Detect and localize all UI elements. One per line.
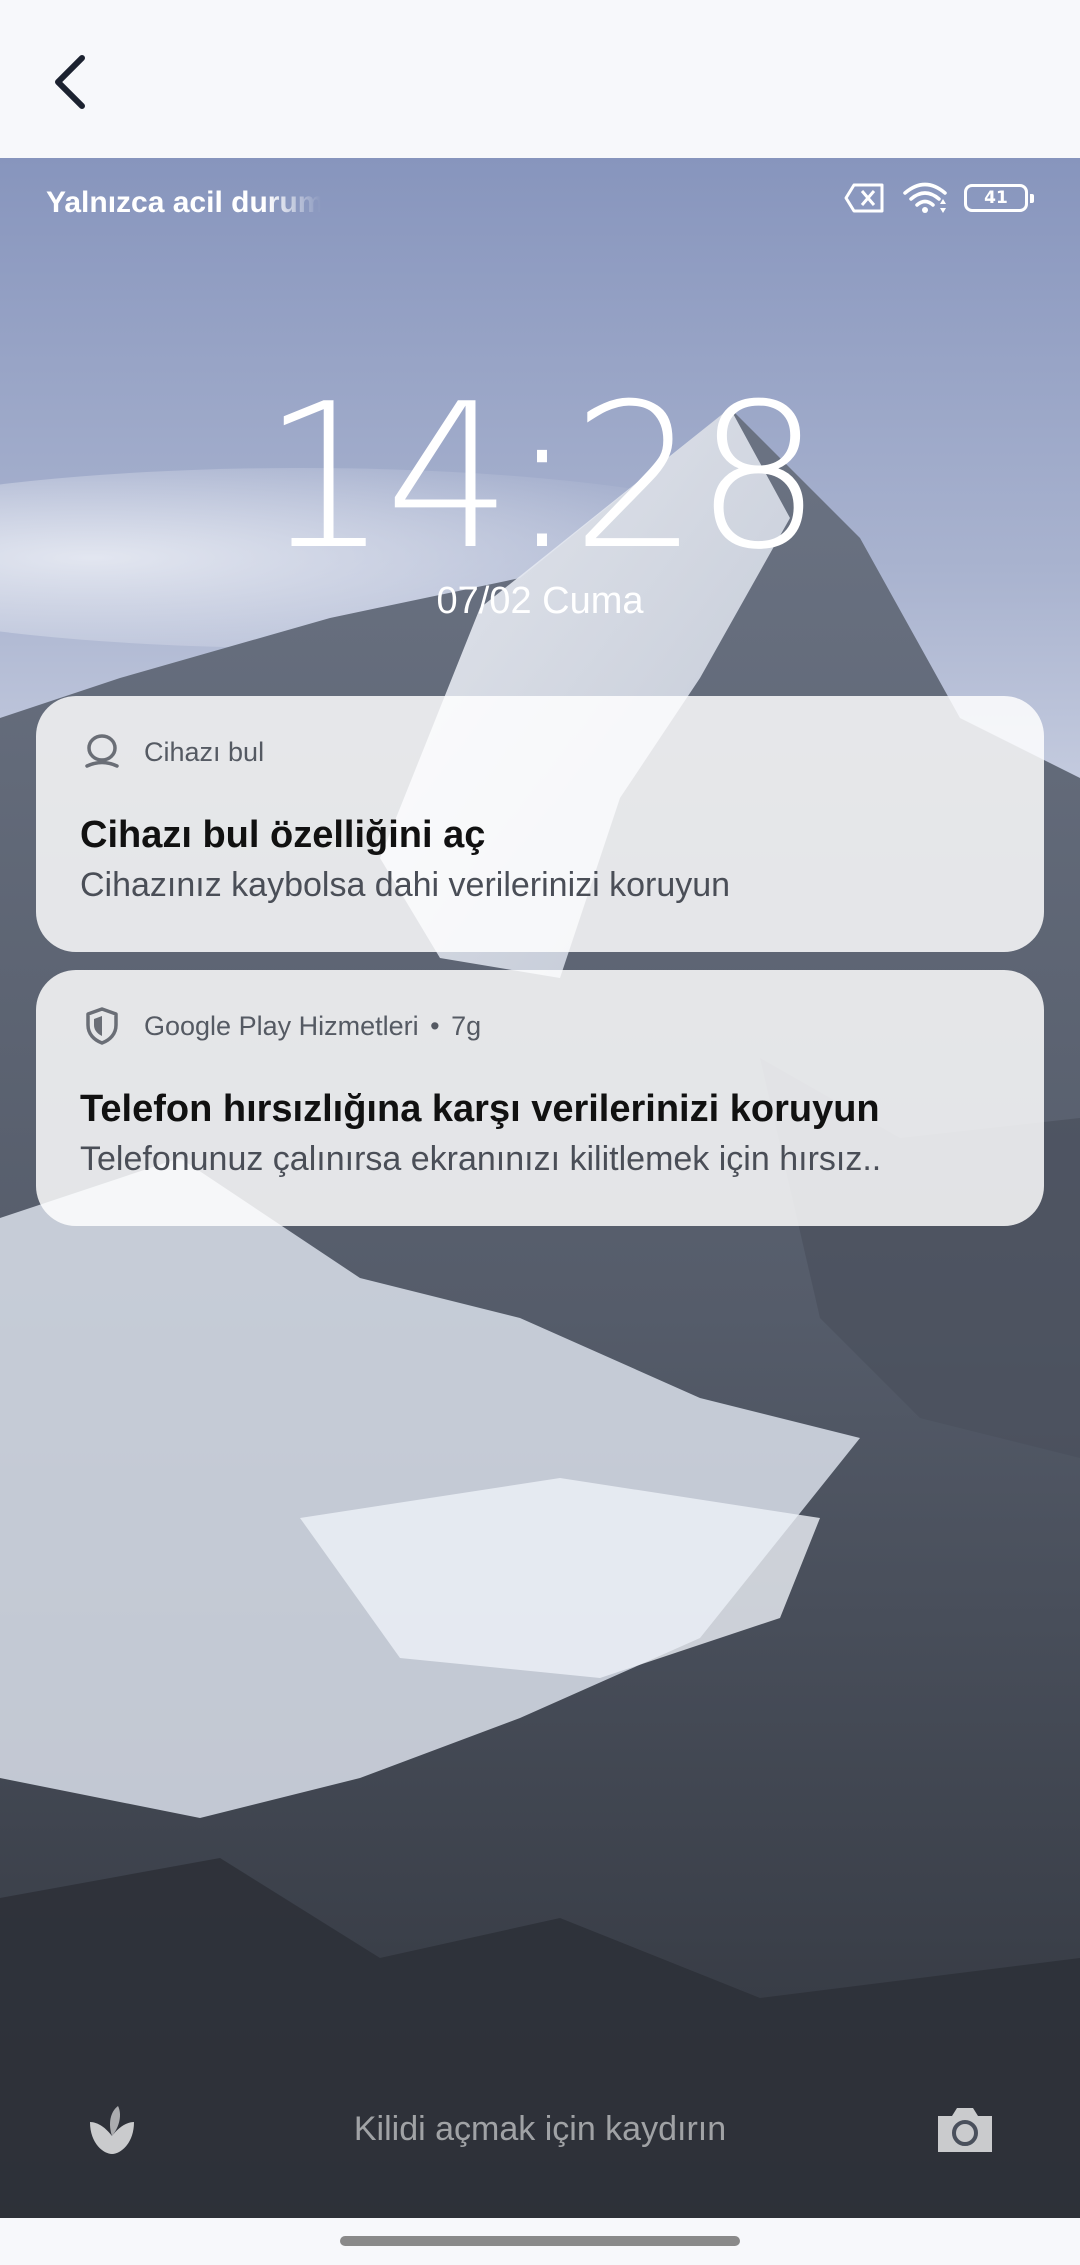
top-bar bbox=[0, 0, 1080, 158]
battery-level: 41 bbox=[984, 188, 1008, 208]
notification-title: Cihazı bul özelliğini aç bbox=[80, 814, 486, 856]
notification-title: Telefon hırsızlığına karşı verilerinizi … bbox=[80, 1088, 880, 1130]
camera-shortcut-button[interactable] bbox=[932, 2100, 998, 2160]
wallpaper-preview-screen: Yalnızca acil durum 41 14:28 07/02 Cuma … bbox=[0, 0, 1080, 2265]
wifi-icon bbox=[903, 182, 947, 213]
status-bar: Yalnızca acil durum 41 bbox=[0, 158, 1080, 248]
find-device-icon bbox=[85, 734, 119, 768]
home-indicator[interactable] bbox=[340, 2236, 740, 2246]
notification-app-name: Google Play Hizmetleri bbox=[144, 1010, 419, 1041]
notification-time: 7g bbox=[451, 1010, 482, 1041]
notification-card-play-services[interactable]: Google Play Hizmetleri • 7g Telefon hırs… bbox=[36, 970, 1044, 1226]
carrier-text: Yalnızca acil durum bbox=[46, 186, 321, 219]
shield-icon bbox=[86, 1007, 118, 1045]
no-sim-icon bbox=[844, 183, 884, 213]
separator-dot: • bbox=[430, 1010, 440, 1041]
battery-icon: 41 bbox=[964, 184, 1034, 212]
notification-header: Cihazı bul bbox=[82, 732, 264, 772]
lock-clock: 14:28 bbox=[261, 361, 822, 594]
unlock-hint: Kilidi açmak için kaydırın bbox=[353, 2110, 727, 2148]
lockscreen-preview: Yalnızca acil durum 41 14:28 07/02 Cuma … bbox=[0, 158, 1080, 2218]
notification-app-name: Cihazı bul bbox=[144, 736, 265, 767]
notification-header: Google Play Hizmetleri • 7g bbox=[82, 1006, 481, 1046]
notification-card-find-device[interactable]: Cihazı bul Cihazı bul özelliğini aç Ciha… bbox=[36, 696, 1044, 952]
lock-date: 07/02 Cuma bbox=[436, 580, 644, 622]
chevron-left-icon bbox=[55, 55, 85, 109]
back-button[interactable] bbox=[30, 42, 110, 122]
notification-body: Cihazınız kaybolsa dahi verilerinizi kor… bbox=[80, 866, 731, 904]
lock-bottom-row: Kilidi açmak için kaydırın bbox=[0, 2088, 1080, 2168]
status-icons: 41 bbox=[844, 182, 1034, 214]
notification-body: Telefonunuz çalınırsa ekranınızı kilitle… bbox=[80, 1140, 882, 1178]
camera-icon bbox=[938, 2108, 992, 2152]
